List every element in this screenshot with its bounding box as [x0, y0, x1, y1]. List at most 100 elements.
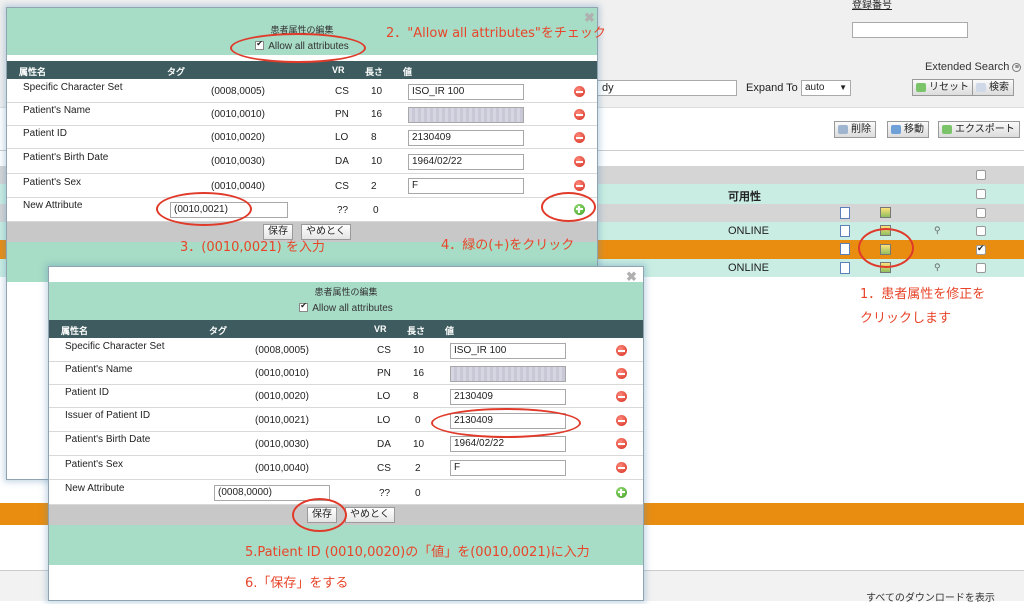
expand-to-select[interactable]: auto ▼ — [801, 80, 851, 96]
annotation-step-6: 6.「保存」をする — [245, 576, 349, 591]
delete-attribute-icon[interactable] — [616, 368, 627, 379]
highlight-new-tag — [156, 192, 252, 226]
close-icon[interactable]: ✖ — [626, 269, 637, 285]
allow-all-checkbox[interactable] — [299, 301, 309, 312]
chevron-down-icon: ▼ — [839, 83, 847, 92]
magnifier-icon[interactable]: ⚲ — [934, 262, 941, 273]
annotation-step-4: 4．緑の(+)をクリック — [441, 238, 575, 253]
export-button[interactable]: エクスポート — [938, 121, 1020, 138]
attribute-length: 0 — [415, 415, 421, 426]
reset-button[interactable]: リセット — [912, 79, 974, 96]
row-checkbox[interactable] — [976, 189, 986, 199]
attribute-tag: (0010,0020) — [255, 391, 309, 402]
attribute-value-input[interactable]: ISO_IR 100 — [408, 84, 524, 100]
attribute-value-input[interactable]: F — [408, 178, 524, 194]
attribute-row: Patient's Name (0010,0010) PN 16 — [7, 103, 597, 126]
attribute-value-input[interactable]: ISO_IR 100 — [450, 343, 566, 359]
attribute-vr: LO — [377, 415, 391, 426]
attribute-value-input[interactable]: 2130409 — [408, 130, 524, 146]
attribute-name: Patient ID — [23, 128, 67, 139]
attribute-tag: (0010,0010) — [255, 368, 309, 379]
attribute-vr: DA — [377, 439, 391, 450]
attribute-length: 8 — [371, 132, 377, 143]
attribute-name: Patient's Sex — [65, 459, 124, 470]
attribute-vr: LO — [377, 391, 391, 402]
select-all-checkbox[interactable] — [976, 170, 986, 180]
attribute-vr: CS — [377, 463, 391, 474]
delete-attribute-icon[interactable] — [616, 415, 627, 426]
online-status: ONLINE — [728, 225, 769, 237]
document-icon[interactable] — [840, 207, 850, 219]
delete-attribute-icon[interactable] — [616, 462, 627, 473]
attribute-tag: (0008,0005) — [255, 345, 309, 356]
attribute-vr: ?? — [379, 488, 391, 499]
delete-label: 削除 — [851, 124, 871, 135]
attribute-value-input[interactable]: 1964/02/22 — [450, 436, 566, 452]
attribute-value-input[interactable]: 1964/02/22 — [408, 154, 524, 170]
attribute-tag: (0010,0040) — [255, 463, 309, 474]
allow-all-label: Allow all attributes — [312, 303, 393, 314]
study-filter-select[interactable]: dy — [597, 80, 737, 96]
attribute-tag: (0010,0030) — [255, 439, 309, 450]
attribute-length: 16 — [413, 368, 425, 379]
registration-number-input[interactable] — [852, 22, 968, 38]
document-icon[interactable] — [840, 225, 850, 237]
attribute-tag: (0010,0020) — [211, 132, 265, 143]
image-icon[interactable] — [880, 207, 891, 218]
attribute-value-input[interactable]: F — [450, 460, 566, 476]
move-button[interactable]: 移動 — [887, 121, 929, 138]
patient-name-input-blurred[interactable] — [450, 366, 566, 382]
row-checkbox[interactable] — [976, 226, 986, 236]
annotation-step-2: 2．"Allow all attributes"をチェック — [386, 26, 606, 41]
delete-attribute-icon[interactable] — [574, 86, 585, 97]
allow-all-attributes[interactable]: Allow all attributes — [49, 301, 643, 314]
delete-attribute-icon[interactable] — [616, 391, 627, 402]
delete-attribute-icon[interactable] — [574, 132, 585, 143]
delete-button[interactable]: 削除 — [834, 121, 876, 138]
extended-search-label: Extended Search — [925, 61, 1010, 73]
attribute-row: Specific Character Set (0008,0005) CS 10… — [7, 80, 597, 103]
extended-search-link[interactable]: Extended Search ≡ — [925, 61, 1022, 73]
expand-to-label: Expand To — [746, 82, 798, 94]
magnifier-icon[interactable]: ⚲ — [934, 225, 941, 236]
delete-attribute-icon[interactable] — [616, 438, 627, 449]
expand-icon: ≡ — [1012, 63, 1022, 72]
delete-attribute-icon[interactable] — [616, 345, 627, 356]
attribute-name: Patient's Name — [65, 364, 133, 375]
delete-attribute-icon[interactable] — [574, 109, 585, 120]
annotation-step-3: 3．(0010,0021) を入力 — [180, 240, 325, 255]
search-icon — [976, 83, 986, 92]
row-checkbox[interactable] — [976, 208, 986, 218]
row-checkbox[interactable] — [976, 263, 986, 273]
dialog-title: 患者属性の編集 — [314, 287, 378, 297]
document-icon[interactable] — [840, 262, 850, 274]
patient-name-input-blurred[interactable] — [408, 107, 524, 123]
col-vr: VR — [374, 324, 387, 334]
col-length: 長さ — [407, 326, 426, 336]
col-value: 値 — [403, 67, 413, 77]
attribute-length: 10 — [371, 156, 383, 167]
col-vr: VR — [332, 65, 345, 75]
attribute-name: Patient ID — [65, 387, 109, 398]
attribute-vr: PN — [335, 109, 349, 120]
attribute-tag: (0010,0010) — [211, 109, 265, 120]
cancel-button[interactable]: やめとく — [345, 507, 395, 523]
document-icon[interactable] — [840, 243, 850, 255]
downloads-link[interactable]: すべてのダウンロードを表示 — [866, 589, 995, 604]
col-length: 長さ — [365, 67, 384, 77]
col-tag: タグ — [209, 326, 228, 336]
row-checkbox[interactable] — [976, 243, 986, 255]
reset-icon — [916, 83, 926, 92]
registration-number-label: 登録番号 — [852, 0, 892, 11]
delete-attribute-icon[interactable] — [574, 156, 585, 167]
add-attribute-icon[interactable] — [616, 487, 627, 498]
attribute-value-input[interactable]: 2130409 — [450, 389, 566, 405]
delete-attribute-icon[interactable] — [574, 180, 585, 191]
search-button[interactable]: 検索 — [972, 79, 1014, 96]
attribute-table-header: 属性名 タグ VR 長さ 値 — [49, 320, 643, 338]
attribute-row: Patient's Birth Date (0010,0030) DA 10 1… — [49, 432, 643, 456]
attribute-row: Patient ID (0010,0020) LO 8 2130409 — [7, 126, 597, 149]
attribute-length: 10 — [413, 345, 425, 356]
highlight-add-icon — [541, 192, 596, 222]
attribute-vr: CS — [335, 181, 349, 192]
